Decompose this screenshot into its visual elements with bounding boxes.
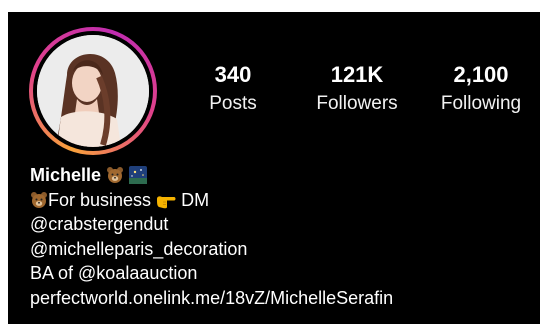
business-dm-text: DM [181,189,210,210]
business-text: For business [48,189,152,210]
posts-count: 340 [214,62,252,87]
following-stat[interactable]: 2,100 Following [426,62,536,116]
avatar-story-ring[interactable] [29,27,157,155]
followers-label: Followers [316,93,398,114]
followers-count: 121K [330,62,384,87]
profile-name-line: Michelle [30,163,393,188]
avatar-photo-portrait [37,35,149,147]
following-count: 2,100 [453,62,509,87]
bio-mention-link[interactable]: @crabstergendut [30,212,393,237]
pointing-hand-emoji-icon [157,195,176,208]
profile-name: Michelle [30,165,102,185]
posts-label: Posts [209,93,257,114]
bio-text-line[interactable]: BA of @koalaauction [30,261,393,286]
following-label: Following [440,93,522,114]
bear-emoji-icon [107,167,124,183]
profile-bio: Michelle For business DM @crabstergendut… [30,163,393,311]
night-sky-emoji-icon [129,166,148,184]
followers-stat[interactable]: 121K Followers [302,62,412,116]
avatar[interactable] [37,35,149,147]
profile-header: 340 Posts 121K Followers 2,100 Following… [8,12,540,324]
posts-stat[interactable]: 340 Posts [178,62,288,116]
bear-emoji-icon [31,191,47,208]
business-line: For business DM [30,188,393,213]
bio-website-link[interactable]: perfectworld.onelink.me/18vZ/MichelleSer… [30,286,393,311]
bio-mention-link[interactable]: @michelleparis_decoration [30,237,393,262]
